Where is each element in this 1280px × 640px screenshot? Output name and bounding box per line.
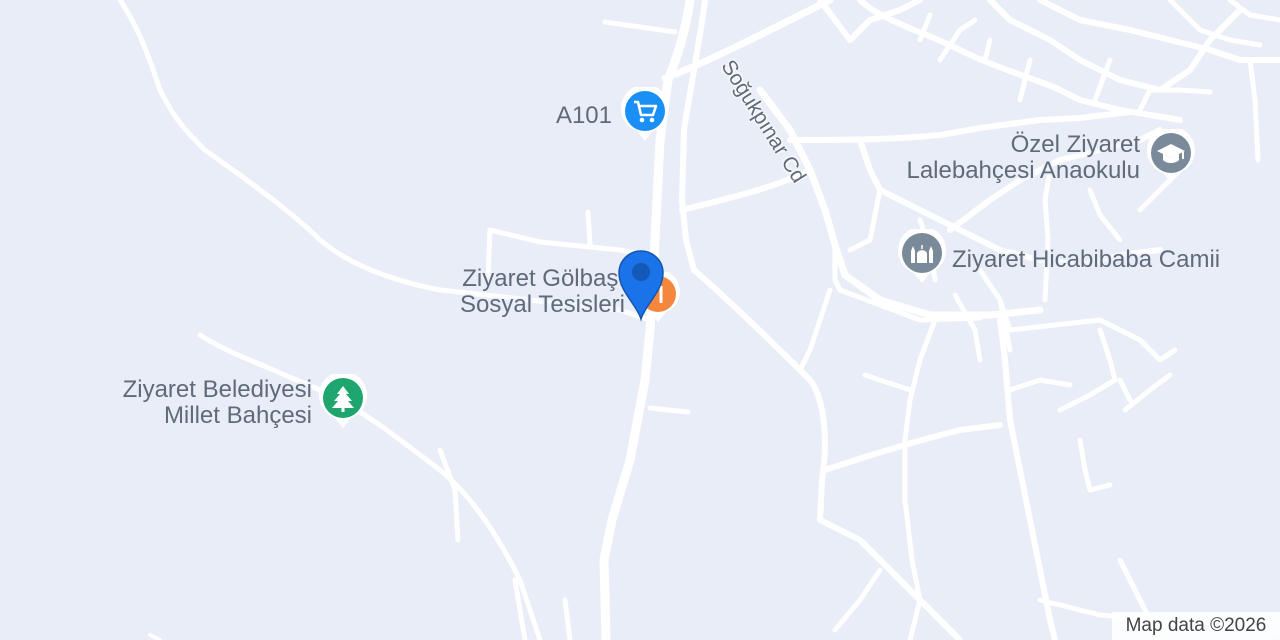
- poi-label-millet-line2: Millet Bahçesi: [163, 402, 312, 429]
- poi-label-millet-bahcesi[interactable]: Ziyaret Belediyesi Millet Bahçesi: [80, 377, 312, 429]
- shopping-cart-icon[interactable]: [619, 87, 671, 143]
- poi-label-anaokulu-line2: Lalebahçesi Anaokulu: [906, 157, 1140, 184]
- poi-label-sosyal-line2: Sosyal Tesisleri: [460, 291, 625, 318]
- poi-label-anaokulu-line1: Özel Ziyaret: [1010, 131, 1140, 158]
- poi-label-camii[interactable]: Ziyaret Hicabibaba Camii: [952, 247, 1220, 273]
- poi-label-sosyal-tesisleri[interactable]: Ziyaret Gölbaşı Sosyal Tesisleri: [400, 266, 625, 318]
- poi-label-a101[interactable]: A101: [520, 103, 612, 129]
- mosque-icon[interactable]: [896, 229, 948, 285]
- poi-label-anaokulu[interactable]: Özel Ziyaret Lalebahçesi Anaokulu: [862, 132, 1140, 184]
- road-network: [117, 0, 1280, 640]
- location-pin-icon[interactable]: [613, 245, 669, 323]
- tree-icon[interactable]: [317, 374, 369, 430]
- poi-label-sosyal-line1: Ziyaret Gölbaşı: [462, 265, 625, 292]
- map-attribution[interactable]: Map data ©2026: [1112, 612, 1280, 640]
- poi-label-millet-line1: Ziyaret Belediyesi: [122, 376, 312, 403]
- graduation-cap-icon[interactable]: [1145, 129, 1197, 185]
